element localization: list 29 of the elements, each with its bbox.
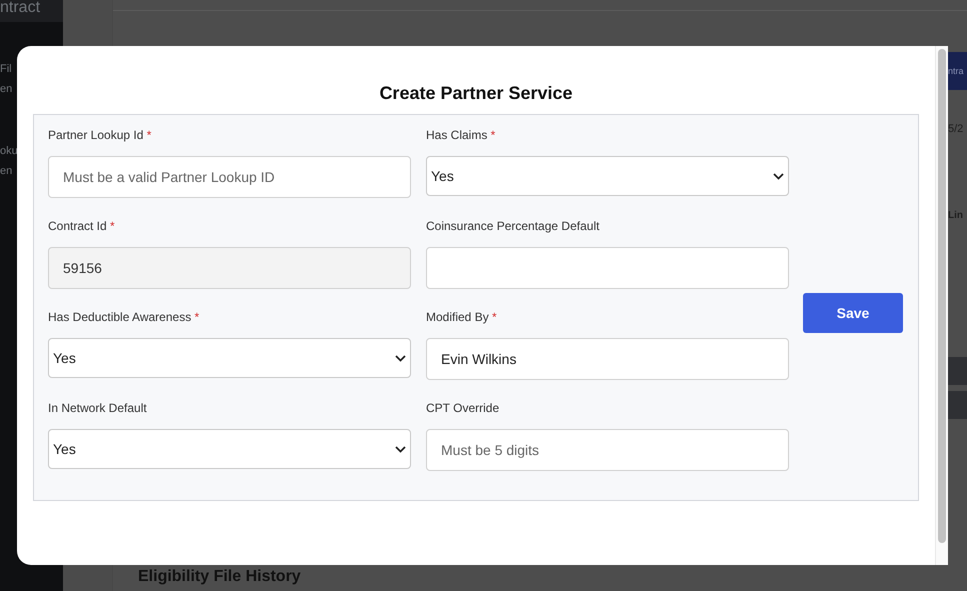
input-field[interactable]: [426, 247, 789, 289]
table-row: [948, 357, 967, 385]
chevron-down-icon: [773, 172, 784, 180]
input-field[interactable]: Must be a valid Partner Lookup ID: [48, 156, 411, 198]
table-row: [948, 391, 967, 419]
field-label: In Network Default: [48, 400, 148, 416]
sidebar-item[interactable]: en: [0, 161, 17, 181]
field-label: CPT Override: [426, 400, 500, 416]
sidebar-item[interactable]: oku: [0, 141, 17, 161]
select-field[interactable]: Yes: [48, 338, 411, 378]
section-title: Eligibility File History: [138, 568, 301, 586]
scrollbar-thumb[interactable]: [938, 49, 946, 543]
field-label: Has Claims *: [426, 127, 496, 143]
field-label: Contract Id *: [48, 218, 116, 234]
field-label: Coinsurance Percentage Default: [426, 218, 600, 234]
select-field[interactable]: Yes: [426, 156, 789, 196]
input-field[interactable]: Evin Wilkins: [426, 338, 789, 380]
chevron-down-icon: [395, 446, 406, 452]
field-label: Partner Lookup Id *: [48, 127, 152, 143]
sidebar-item[interactable]: en: [0, 79, 17, 99]
select-field[interactable]: Yes: [48, 429, 411, 469]
header-button[interactable]: ntra: [948, 52, 967, 90]
save-button[interactable]: Save: [803, 293, 903, 333]
chevron-down-icon: [395, 354, 406, 362]
field-label: Modified By *: [426, 309, 498, 325]
dialog-title: Create Partner Service: [378, 82, 574, 104]
input-field[interactable]: Must be 5 digits: [426, 429, 789, 471]
field-label: Has Deductible Awareness *: [48, 309, 200, 325]
sidebar-item[interactable]: Fil: [0, 59, 17, 79]
